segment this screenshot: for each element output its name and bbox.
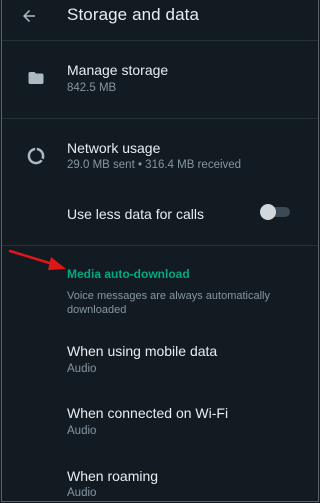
divider	[2, 118, 318, 119]
network-usage-stats: 29.0 MB sent • 316.4 MB received	[67, 159, 242, 171]
arrow-left-icon	[23, 10, 35, 22]
folder-icon	[26, 68, 46, 88]
roaming-value: Audio	[67, 487, 97, 499]
wifi-title: When connected on Wi-Fi	[67, 405, 229, 421]
use-less-data-title: Use less data for calls	[67, 206, 204, 222]
network-usage-row[interactable]: Network usage 29.0 MB sent • 316.4 MB re…	[2, 124, 318, 182]
back-button[interactable]	[14, 4, 44, 28]
data-usage-icon	[26, 146, 46, 166]
toggle-thumb	[260, 204, 276, 220]
mobile-data-title: When using mobile data	[67, 343, 218, 359]
mobile-data-row[interactable]: When using mobile data Audio	[2, 330, 318, 384]
settings-screen: Storage and data Manage storage 842.5 MB…	[1, 0, 319, 502]
manage-storage-row[interactable]: Manage storage 842.5 MB	[2, 48, 318, 110]
divider	[2, 245, 318, 246]
app-bar: Storage and data	[2, 0, 318, 40]
divider	[2, 40, 318, 41]
page-title: Storage and data	[67, 5, 200, 24]
manage-storage-size: 842.5 MB	[67, 82, 117, 94]
roaming-row[interactable]: When roaming Audio	[2, 455, 318, 501]
media-auto-download-header: Media auto-download	[67, 267, 190, 281]
wifi-value: Audio	[67, 425, 97, 437]
wifi-row[interactable]: When connected on Wi-Fi Audio	[2, 390, 318, 444]
annotation-arrow-icon	[8, 249, 66, 270]
manage-storage-title: Manage storage	[67, 62, 169, 78]
media-auto-download-note: Voice messages are always automatically …	[67, 290, 270, 316]
use-less-data-toggle[interactable]	[260, 204, 292, 220]
mobile-data-value: Audio	[67, 363, 97, 375]
network-usage-title: Network usage	[67, 140, 161, 156]
roaming-title: When roaming	[67, 468, 159, 484]
